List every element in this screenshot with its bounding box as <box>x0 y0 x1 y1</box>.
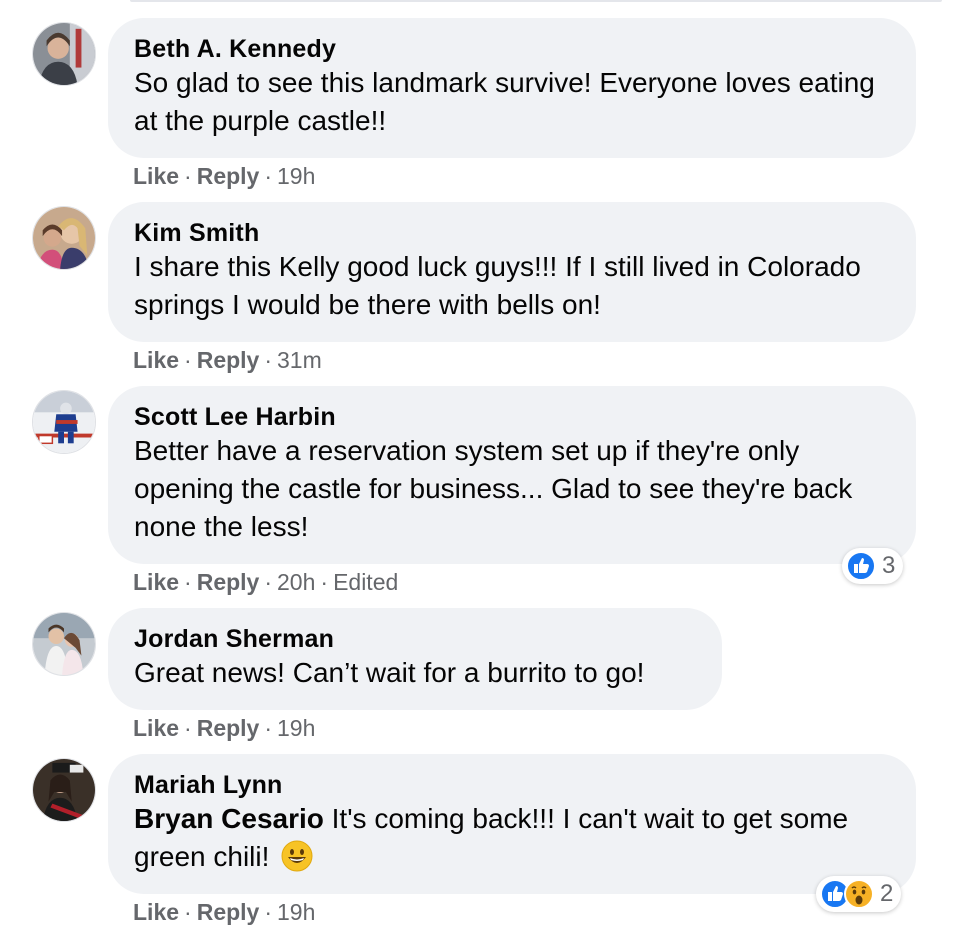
mentioned-user-link[interactable]: Bryan Cesario <box>134 803 324 834</box>
comment-text: So glad to see this landmark survive! Ev… <box>134 67 875 136</box>
comment-timestamp[interactable]: 19h <box>277 899 315 925</box>
separator-dot: · <box>320 569 329 595</box>
separator-dot: · <box>184 715 192 741</box>
comment-actions: Like · Reply · 20h · Edited <box>133 568 398 596</box>
avatar[interactable] <box>32 206 96 270</box>
avatar[interactable] <box>32 758 96 822</box>
like-link[interactable]: Like <box>133 715 179 741</box>
comment-author[interactable]: Mariah Lynn <box>134 770 890 800</box>
reply-link[interactable]: Reply <box>197 163 260 189</box>
comment-timestamp[interactable]: 31m <box>277 347 322 373</box>
edited-label[interactable]: Edited <box>333 569 398 595</box>
separator-dot: · <box>184 899 192 925</box>
comment-timestamp[interactable]: 19h <box>277 715 315 741</box>
comment-actions: Like · Reply · 31m <box>133 346 322 374</box>
comment-bubble: Mariah Lynn Bryan Cesario It's coming ba… <box>108 754 916 894</box>
comment-text: Great news! Can’t wait for a burrito to … <box>134 657 645 688</box>
comment-actions: Like · Reply · 19h <box>133 162 315 190</box>
comment-timestamp[interactable]: 19h <box>277 163 315 189</box>
separator-dot: · <box>264 715 273 741</box>
comment-bubble: Beth A. Kennedy So glad to see this land… <box>108 18 916 158</box>
separator-dot: · <box>184 569 192 595</box>
avatar[interactable] <box>32 390 96 454</box>
comment-bubble: Kim Smith I share this Kelly good luck g… <box>108 202 916 342</box>
like-icon <box>846 551 876 581</box>
wow-icon <box>844 879 874 909</box>
separator-dot: · <box>184 163 192 189</box>
reply-link[interactable]: Reply <box>197 715 260 741</box>
reply-link[interactable]: Reply <box>197 569 260 595</box>
comment-text: I share this Kelly good luck guys!!! If … <box>134 251 861 320</box>
separator-dot: · <box>264 347 273 373</box>
comment-bubble: Scott Lee Harbin Better have a reservati… <box>108 386 916 564</box>
comment-author[interactable]: Jordan Sherman <box>134 624 696 654</box>
separator-dot: · <box>184 347 192 373</box>
like-link[interactable]: Like <box>133 569 179 595</box>
previous-comment-edge <box>130 0 942 2</box>
reaction-count: 2 <box>880 880 894 907</box>
reaction-summary[interactable]: 2 <box>816 876 902 912</box>
like-link[interactable]: Like <box>133 899 179 925</box>
avatar[interactable] <box>32 22 96 86</box>
like-link[interactable]: Like <box>133 163 179 189</box>
comment-author[interactable]: Beth A. Kennedy <box>134 34 890 64</box>
grinning-face-emoji-icon <box>281 840 313 872</box>
comment-author[interactable]: Scott Lee Harbin <box>134 402 890 432</box>
comment-timestamp[interactable]: 20h <box>277 569 315 595</box>
avatar[interactable] <box>32 612 96 676</box>
reaction-summary[interactable]: 3 <box>842 548 904 584</box>
separator-dot: · <box>264 899 273 925</box>
comment-text: Better have a reservation system set up … <box>134 435 853 542</box>
comment-actions: Like · Reply · 19h <box>133 898 315 926</box>
comment-text: Bryan Cesario It's coming back!!! I can'… <box>134 800 890 876</box>
comment-author[interactable]: Kim Smith <box>134 218 890 248</box>
separator-dot: · <box>264 163 273 189</box>
comment-actions: Like · Reply · 19h <box>133 714 315 742</box>
comment-bubble: Jordan Sherman Great news! Can’t wait fo… <box>108 608 722 710</box>
reply-link[interactable]: Reply <box>197 899 260 925</box>
reaction-count: 3 <box>882 552 896 579</box>
separator-dot: · <box>264 569 273 595</box>
like-link[interactable]: Like <box>133 347 179 373</box>
reply-link[interactable]: Reply <box>197 347 260 373</box>
